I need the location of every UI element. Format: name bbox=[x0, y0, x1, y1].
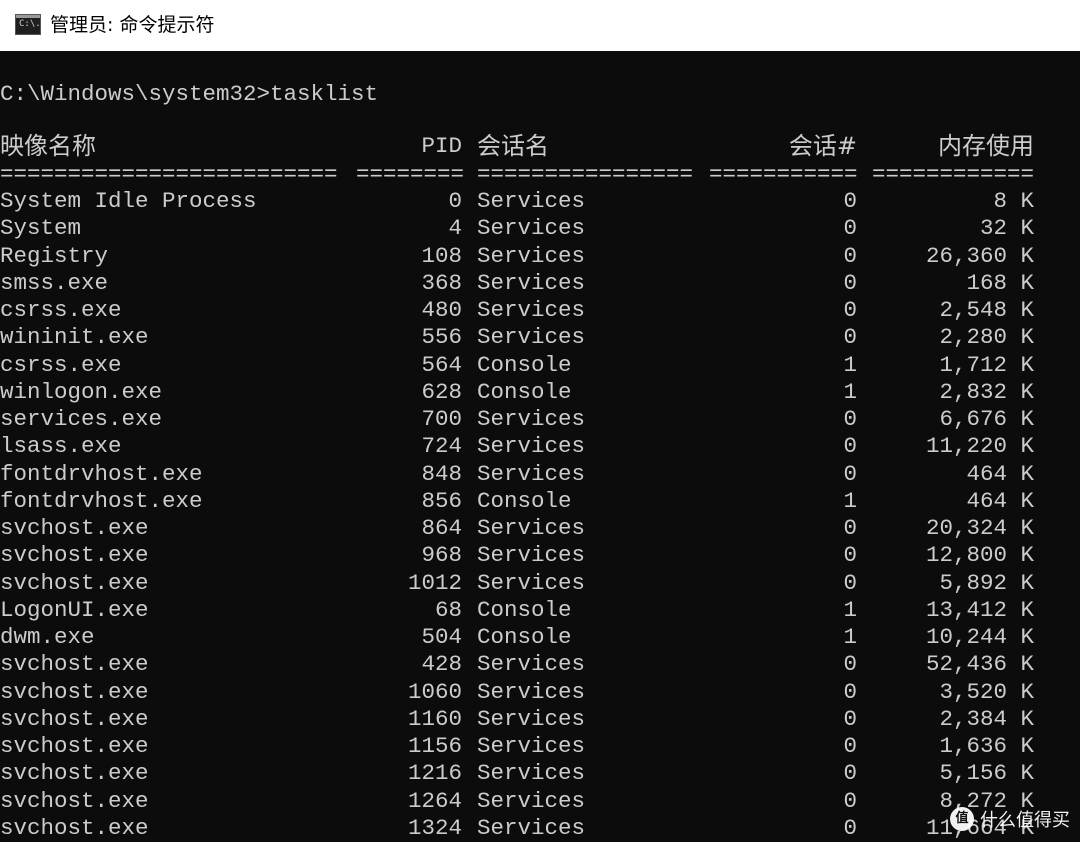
separator-session: ================ bbox=[477, 161, 694, 187]
process-memory-usage: 10,244 K bbox=[925, 624, 1034, 650]
command-prompt-window: C:\. 管理员: 命令提示符 C:\Windows\system32>task… bbox=[0, 0, 1080, 842]
process-memory-usage: 26,360 K bbox=[925, 242, 1034, 269]
command-prompt-line: C:\Windows\system32>tasklist bbox=[0, 81, 378, 108]
cmd-app-icon[interactable]: C:\. bbox=[15, 14, 41, 35]
process-memory-usage: 11,220 K bbox=[925, 433, 1034, 460]
prompt-text: C:\Windows\system32>tasklist bbox=[0, 81, 379, 107]
process-memory-usage: 52,436 K bbox=[925, 651, 1034, 678]
window-title: 管理员: 命令提示符 bbox=[50, 14, 215, 36]
watermark: 值 什么值得买 bbox=[950, 806, 1070, 832]
process-memory-usage: 5,156 K bbox=[939, 760, 1034, 787]
process-memory-usage: 11,664 K bbox=[925, 814, 1034, 841]
process-memory-usage: 8,272 K bbox=[939, 787, 1034, 814]
process-memory-usage: 32 K bbox=[979, 215, 1034, 242]
process-memory-usage: 2,280 K bbox=[939, 324, 1034, 351]
process-memory-usage: 13,412 K bbox=[925, 596, 1034, 623]
process-memory-usage: 464 K bbox=[966, 487, 1034, 514]
process-memory-usage: 464 K bbox=[966, 460, 1034, 487]
process-memory-usage: 12,800 K bbox=[925, 542, 1034, 569]
separator-session-number: =========== bbox=[709, 161, 858, 187]
process-memory-usage: 2,548 K bbox=[939, 297, 1034, 323]
table-separator: ========================= ======== =====… bbox=[0, 161, 1034, 188]
process-memory-usage: 2,384 K bbox=[939, 705, 1034, 732]
process-memory-usage: 2,832 K bbox=[939, 378, 1034, 405]
process-memory-usage: 1,636 K bbox=[939, 733, 1034, 759]
process-memory-usage: 3,520 K bbox=[939, 678, 1034, 705]
separator-name: ========================= bbox=[0, 161, 338, 187]
watermark-text: 什么值得买 bbox=[980, 810, 1070, 831]
process-memory-usage: 168 K bbox=[966, 269, 1034, 296]
process-memory-usage: 20,324 K bbox=[925, 515, 1034, 541]
separator-memory: ============ bbox=[872, 161, 1035, 187]
process-memory-usage: 5,892 K bbox=[939, 569, 1034, 596]
watermark-logo-icon: 值 bbox=[950, 807, 974, 831]
process-memory-usage: 6,676 K bbox=[939, 406, 1034, 432]
title-bar[interactable]: C:\. 管理员: 命令提示符 bbox=[0, 0, 1080, 51]
header-memory-usage: 内存使用 bbox=[938, 132, 1034, 160]
console-output[interactable]: C:\Windows\system32>tasklist 映像名称 PID 会话… bbox=[0, 51, 1080, 842]
separator-pid: ======== bbox=[356, 161, 464, 187]
table-header: 映像名称 PID 会话名 会话# 内存使用 bbox=[0, 133, 1034, 160]
process-memory-usage: 8 K bbox=[993, 188, 1034, 214]
process-memory-usage: 1,712 K bbox=[939, 351, 1034, 378]
